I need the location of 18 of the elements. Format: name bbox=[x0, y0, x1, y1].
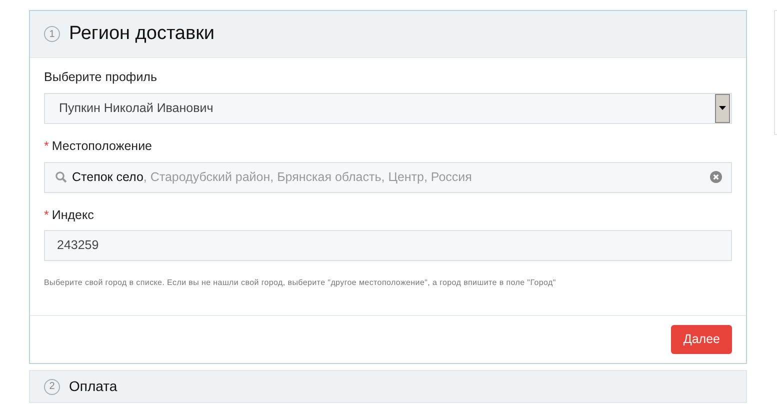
step-title: Оплата bbox=[69, 377, 118, 396]
step-number: 1 bbox=[44, 26, 60, 42]
field-label: Выберите профиль bbox=[44, 69, 157, 86]
index-field[interactable]: 243259 bbox=[44, 230, 732, 262]
next-button[interactable]: Далее bbox=[671, 325, 732, 354]
step-header[interactable]: 2 Оплата bbox=[30, 371, 746, 402]
caret-icon bbox=[719, 106, 726, 110]
step-title: Регион доставки bbox=[69, 22, 215, 46]
field-label: Индекс bbox=[52, 206, 94, 224]
field-label: Местоположение bbox=[52, 138, 152, 155]
hint-text: Выберите свой город в списке. Если вы не нашли свой город, выберите "другое местоположение", а город впишите в поле "Город" bbox=[44, 277, 557, 290]
clear-icon[interactable] bbox=[710, 171, 722, 183]
location-field[interactable]: Степок село, Стародубский район, Брянская область, Центр, Россия bbox=[44, 162, 732, 192]
step-number: 2 bbox=[44, 378, 60, 394]
required-mark: * bbox=[44, 206, 49, 224]
profile-select[interactable]: Пупкин Николай Иванович bbox=[44, 92, 732, 124]
search-icon bbox=[55, 171, 67, 183]
required-mark: * bbox=[44, 138, 49, 155]
